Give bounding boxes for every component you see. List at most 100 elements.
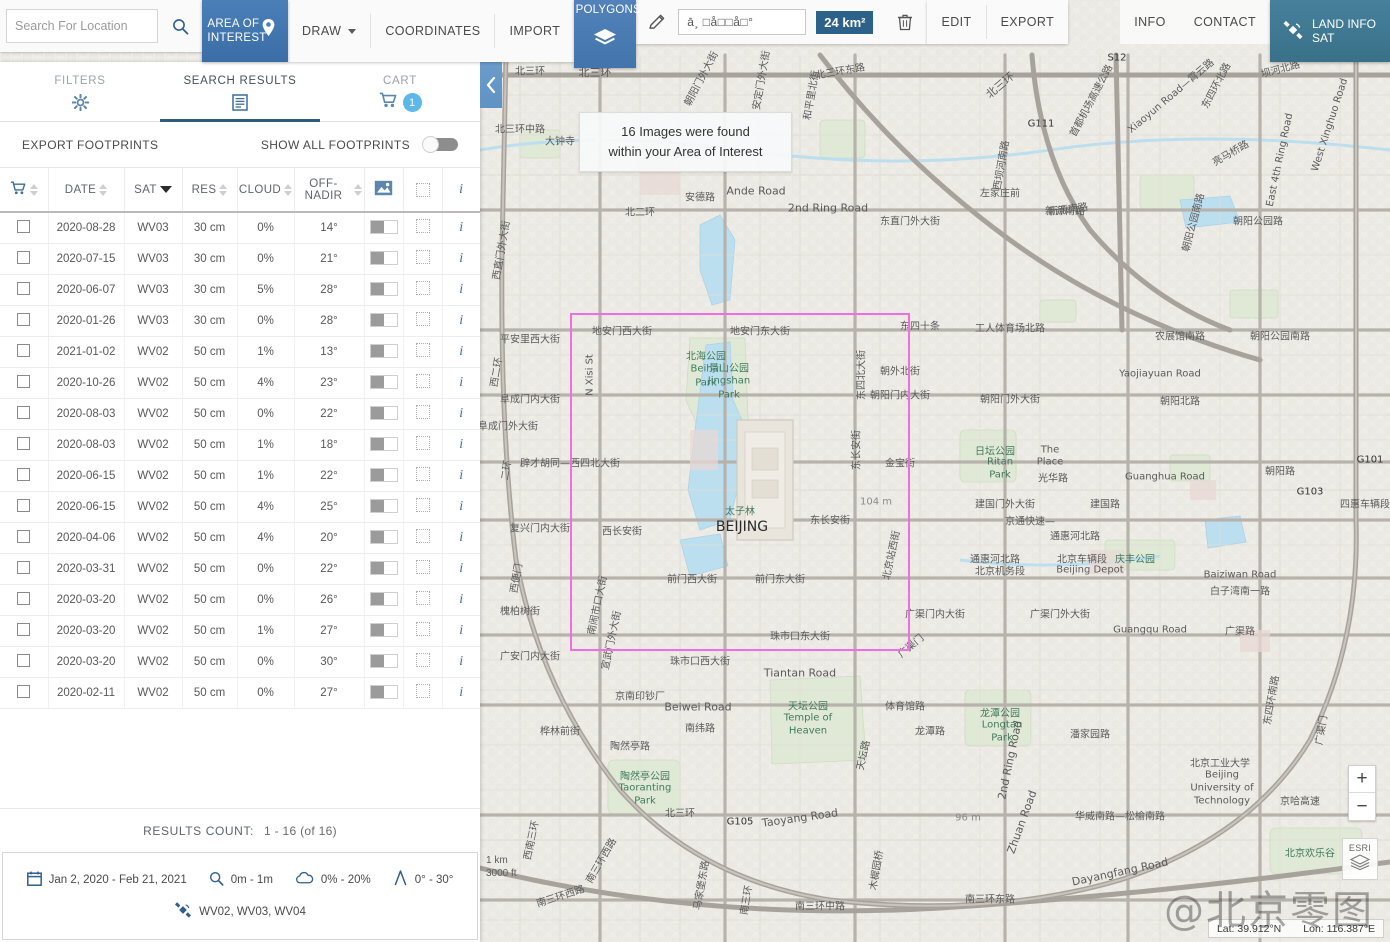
export-button[interactable]: EXPORT: [987, 0, 1069, 44]
area-of-interest-polygon[interactable]: [570, 313, 910, 651]
footprint-icon[interactable]: [415, 374, 430, 388]
row-footprint-cell[interactable]: [403, 243, 443, 275]
info-icon[interactable]: i: [459, 468, 463, 483]
table-row[interactable]: 2020-08-03 WV02 50 cm 0% 22° i: [0, 398, 480, 430]
show-all-footprints-toggle[interactable]: [422, 136, 458, 153]
row-info-cell[interactable]: i: [442, 646, 480, 678]
row-checkbox[interactable]: [17, 622, 31, 636]
row-select-cell[interactable]: [0, 429, 49, 461]
table-row[interactable]: 2020-08-03 WV02 50 cm 1% 18° i: [0, 429, 480, 461]
table-row[interactable]: 2020-07-15 WV03 30 cm 0% 21° i: [0, 243, 480, 275]
row-preview-cell[interactable]: [364, 398, 404, 430]
row-info-cell[interactable]: i: [442, 243, 480, 275]
row-preview-cell[interactable]: [364, 367, 404, 399]
preview-thumbnail[interactable]: [369, 312, 398, 327]
row-checkbox[interactable]: [17, 653, 31, 667]
row-select-cell[interactable]: [0, 398, 49, 430]
draw-menu-button[interactable]: DRAW: [288, 5, 370, 57]
sort-off-nadir[interactable]: [353, 183, 362, 196]
row-info-cell[interactable]: i: [442, 553, 480, 585]
footprint-icon[interactable]: [415, 312, 430, 326]
row-checkbox[interactable]: [17, 405, 31, 419]
info-icon[interactable]: i: [459, 499, 463, 514]
row-select-cell[interactable]: [0, 646, 49, 678]
row-info-cell[interactable]: i: [442, 615, 480, 647]
preview-thumbnail[interactable]: [369, 498, 398, 513]
map-zoom-controls[interactable]: + −: [1348, 765, 1376, 821]
table-row[interactable]: 2021-01-02 WV02 50 cm 1% 13° i: [0, 336, 480, 368]
row-preview-cell[interactable]: [364, 646, 404, 678]
row-select-cell[interactable]: [0, 212, 49, 244]
preview-thumbnail[interactable]: [369, 374, 398, 389]
info-icon[interactable]: i: [459, 654, 463, 669]
row-preview-cell[interactable]: [364, 336, 404, 368]
info-icon[interactable]: i: [459, 685, 463, 700]
sort-cloud[interactable]: [284, 183, 293, 196]
row-footprint-cell[interactable]: [403, 398, 443, 430]
info-icon[interactable]: i: [459, 623, 463, 638]
preview-thumbnail[interactable]: [369, 622, 398, 637]
row-footprint-cell[interactable]: [403, 336, 443, 368]
coordinates-button[interactable]: COORDINATES: [371, 5, 494, 57]
preview-thumbnail[interactable]: [369, 529, 398, 544]
row-footprint-cell[interactable]: [403, 305, 443, 337]
row-info-cell[interactable]: i: [442, 677, 480, 709]
preview-thumbnail[interactable]: [369, 560, 398, 575]
table-row[interactable]: 2020-06-15 WV02 50 cm 1% 22° i: [0, 460, 480, 492]
area-of-interest-button[interactable]: AREA OF INTEREST: [202, 0, 288, 62]
row-preview-cell[interactable]: [364, 553, 404, 585]
info-icon[interactable]: i: [459, 220, 463, 235]
info-icon[interactable]: i: [459, 592, 463, 607]
row-preview-cell[interactable]: [364, 491, 404, 523]
footprint-icon[interactable]: [415, 498, 430, 512]
row-checkbox[interactable]: [17, 560, 31, 574]
table-row[interactable]: 2020-03-20 WV02 50 cm 0% 26° i: [0, 584, 480, 616]
row-select-cell[interactable]: [0, 522, 49, 554]
row-footprint-cell[interactable]: [403, 522, 443, 554]
row-select-cell[interactable]: [0, 274, 49, 306]
footprint-icon[interactable]: [415, 529, 430, 543]
preview-thumbnail[interactable]: [369, 467, 398, 482]
info-icon[interactable]: i: [459, 561, 463, 576]
preview-thumbnail[interactable]: [369, 591, 398, 606]
table-row[interactable]: 2020-03-20 WV02 50 cm 1% 27° i: [0, 615, 480, 647]
row-checkbox[interactable]: [17, 343, 31, 357]
row-info-cell[interactable]: i: [442, 460, 480, 492]
preview-thumbnail[interactable]: [369, 281, 398, 296]
table-row[interactable]: 2020-08-28 WV03 30 cm 0% 14° i: [0, 212, 480, 244]
footprint-icon[interactable]: [415, 281, 430, 295]
row-checkbox[interactable]: [17, 436, 31, 450]
row-preview-cell[interactable]: [364, 584, 404, 616]
row-select-cell[interactable]: [0, 491, 49, 523]
info-icon[interactable]: i: [459, 437, 463, 452]
row-info-cell[interactable]: i: [442, 336, 480, 368]
row-preview-cell[interactable]: [364, 522, 404, 554]
table-row[interactable]: 2020-06-07 WV03 30 cm 5% 28° i: [0, 274, 480, 306]
panel-collapse-button[interactable]: [480, 62, 502, 108]
preview-thumbnail[interactable]: [369, 405, 398, 420]
polygons-button[interactable]: POLYGONS: [574, 0, 641, 68]
row-info-cell[interactable]: i: [442, 274, 480, 306]
tab-search-results[interactable]: SEARCH RESULTS: [160, 62, 320, 122]
row-select-cell[interactable]: [0, 243, 49, 275]
col-date[interactable]: DATE: [48, 168, 125, 213]
row-select-cell[interactable]: [0, 615, 49, 647]
row-footprint-cell[interactable]: [403, 367, 443, 399]
row-info-cell[interactable]: i: [442, 367, 480, 399]
row-footprint-cell[interactable]: [403, 212, 443, 244]
table-row[interactable]: 2020-10-26 WV02 50 cm 4% 23° i: [0, 367, 480, 399]
import-button[interactable]: IMPORT: [495, 5, 574, 57]
table-row[interactable]: 2020-03-20 WV02 50 cm 0% 30° i: [0, 646, 480, 678]
row-checkbox[interactable]: [17, 312, 31, 326]
row-preview-cell[interactable]: [364, 677, 404, 709]
preview-thumbnail[interactable]: [369, 343, 398, 358]
row-checkbox[interactable]: [17, 684, 31, 698]
row-footprint-cell[interactable]: [403, 491, 443, 523]
row-preview-cell[interactable]: [364, 212, 404, 244]
sort-res[interactable]: [219, 183, 228, 196]
col-cart[interactable]: [0, 168, 49, 213]
row-select-cell[interactable]: [0, 367, 49, 399]
row-info-cell[interactable]: i: [442, 212, 480, 244]
row-select-cell[interactable]: [0, 305, 49, 337]
row-info-cell[interactable]: i: [442, 305, 480, 337]
